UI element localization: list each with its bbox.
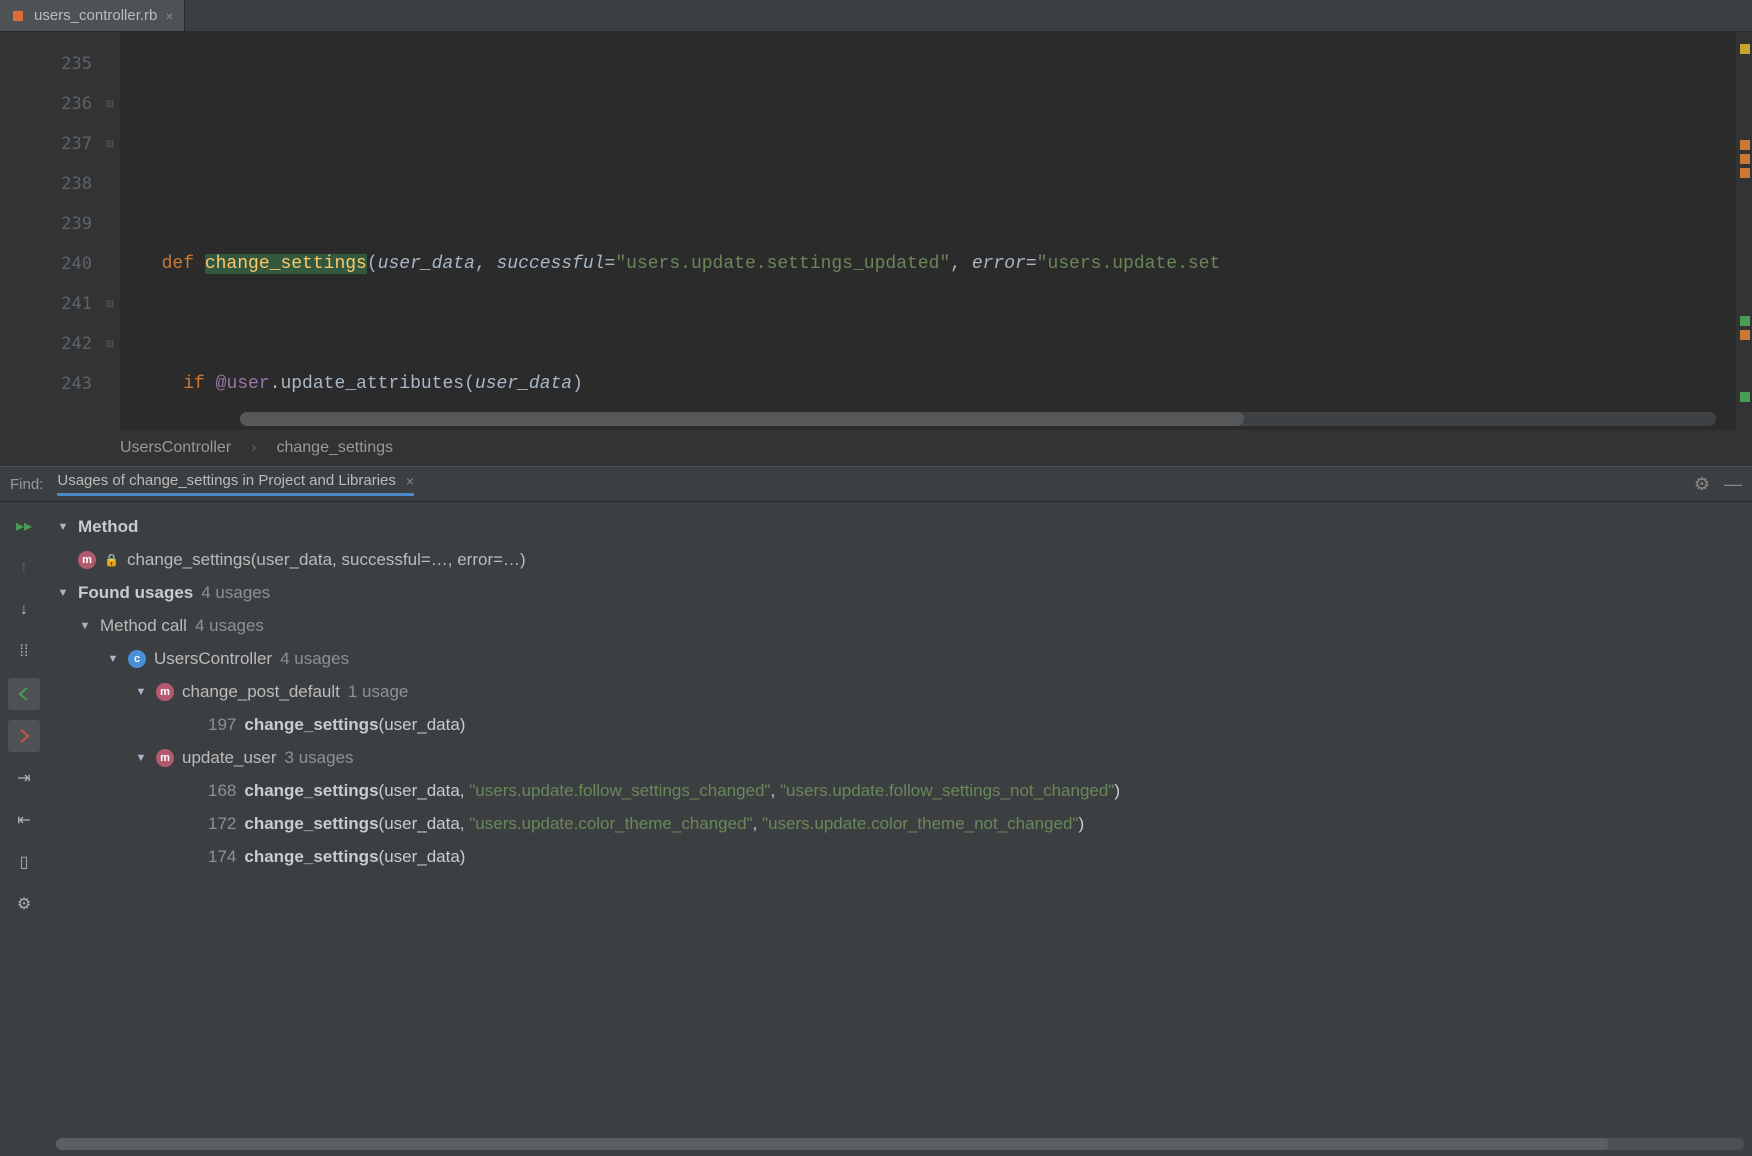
usage-count: 3 usages [285,748,354,768]
ruby-file-icon [10,8,26,24]
code-area[interactable]: def change_settings(user_data, successfu… [120,32,1736,430]
line-number-gutter: 235 236 237 238 239 240 241 242 243 [0,32,100,430]
line-number: 239 [0,204,92,244]
method-name: change_post_default [182,682,340,702]
warning-marker-icon[interactable] [1740,44,1750,54]
tree-node[interactable]: ▼ Method call 4 usages [48,609,1752,642]
line-number: 238 [0,164,92,204]
minimize-icon[interactable]: — [1724,474,1742,495]
find-tab[interactable]: Usages of change_settings in Project and… [57,472,414,496]
line-number: 240 [0,244,92,284]
fold-marker-icon[interactable]: ⊟ [100,124,120,164]
usage-row[interactable]: 172 change_settings(user_data, "users.up… [48,807,1752,840]
chevron-down-icon[interactable]: ▼ [56,521,70,533]
editor-tab[interactable]: users_controller.rb × [0,0,185,31]
line-number: 243 [0,364,92,404]
fold-marker-icon[interactable]: ⊟ [100,284,120,324]
horizontal-scrollbar[interactable] [240,412,1716,426]
method-name: update_user [182,748,277,768]
line-number: 241 [0,284,92,324]
results-toolbar: ▸▸ ↑ ↓ ⁞⁞ ⇥ ⇤ ▯ ⚙ [0,502,48,1156]
scrollbar-thumb[interactable] [240,412,1244,426]
tree-node[interactable]: ▼ c UsersController 4 usages [48,642,1752,675]
code-line: if @user.update_attributes(user_data) [140,364,1736,404]
fold-gutter: ⊟ ⊟ ⊟ ⊟ [100,32,120,430]
usages-tree[interactable]: ▼ Method m 🔒 change_settings(user_data, … [48,502,1752,1156]
code-line: def change_settings(user_data, successfu… [140,244,1736,284]
error-marker-icon[interactable] [1740,154,1750,164]
tree-node[interactable]: ▼ m change_post_default 1 usage [48,675,1752,708]
close-icon[interactable]: × [406,473,414,489]
tree-node[interactable]: ▼ Found usages 4 usages [48,576,1752,609]
usage-count: 1 usage [348,682,409,702]
prev-button[interactable]: ↑ [8,552,40,584]
chevron-down-icon[interactable]: ▼ [134,752,148,764]
usage-count: 4 usages [201,583,270,603]
scrollbar-thumb[interactable] [56,1138,1609,1150]
expand-all-button[interactable]: ⇥ [8,762,40,794]
ok-marker-icon[interactable] [1740,392,1750,402]
preview-button[interactable]: ▯ [8,846,40,878]
line-number: 235 [0,44,92,84]
group-button[interactable]: ⁞⁞ [8,636,40,668]
find-panel: Find: Usages of change_settings in Proje… [0,466,1752,502]
class-badge-icon: c [128,650,146,668]
usage-count: 4 usages [280,649,349,669]
next-occurrence-button[interactable] [8,720,40,752]
code-line [140,124,1736,164]
breadcrumb: UsersController › change_settings [0,430,1752,466]
class-name: UsersController [154,649,272,669]
usage-row[interactable]: 174 change_settings(user_data) [48,840,1752,873]
error-marker-icon[interactable] [1740,168,1750,178]
tab-filename: users_controller.rb [34,7,157,24]
tree-node[interactable]: ▼ m update_user 3 usages [48,741,1752,774]
method-signature: change_settings(user_data, successful=…,… [127,550,526,570]
line-number: 197 [208,715,236,735]
ok-marker-icon[interactable] [1740,316,1750,326]
find-tab-title: Usages of change_settings in Project and… [57,472,396,489]
fold-marker-icon[interactable]: ⊟ [100,324,120,364]
lock-icon: 🔒 [104,553,119,567]
marker-bar[interactable] [1736,32,1752,430]
gear-icon[interactable]: ⚙ [1694,474,1710,495]
horizontal-scrollbar[interactable] [56,1138,1744,1150]
breadcrumb-item[interactable]: UsersController [120,439,231,457]
method-badge-icon: m [156,749,174,767]
line-number: 168 [208,781,236,801]
line-number: 172 [208,814,236,834]
usage-row[interactable]: 168 change_settings(user_data, "users.up… [48,774,1752,807]
prev-occurrence-button[interactable] [8,678,40,710]
method-badge-icon: m [78,551,96,569]
find-label: Find: [10,476,43,493]
fold-marker-icon[interactable]: ⊟ [100,84,120,124]
tree-node[interactable]: m 🔒 change_settings(user_data, successfu… [48,543,1752,576]
tree-node[interactable]: ▼ Method [48,510,1752,543]
method-badge-icon: m [156,683,174,701]
tab-bar: users_controller.rb × [0,0,1752,32]
chevron-down-icon[interactable]: ▼ [56,587,70,599]
section-header: Method [78,517,138,537]
category-label: Method call [100,616,187,636]
usage-row[interactable]: 197 change_settings(user_data) [48,708,1752,741]
rerun-button[interactable]: ▸▸ [8,510,40,542]
line-number: 242 [0,324,92,364]
find-results: ▸▸ ↑ ↓ ⁞⁞ ⇥ ⇤ ▯ ⚙ ▼ Method m 🔒 change_se… [0,502,1752,1156]
usage-count: 4 usages [195,616,264,636]
settings-button[interactable]: ⚙ [8,888,40,920]
chevron-right-icon: › [251,439,256,457]
chevron-down-icon[interactable]: ▼ [106,653,120,665]
chevron-down-icon[interactable]: ▼ [78,620,92,632]
line-number: 237 [0,124,92,164]
section-header: Found usages [78,583,193,603]
code-editor[interactable]: 235 236 237 238 239 240 241 242 243 ⊟ ⊟ … [0,32,1752,430]
collapse-all-button[interactable]: ⇤ [8,804,40,836]
line-number: 236 [0,84,92,124]
next-button[interactable]: ↓ [8,594,40,626]
close-icon[interactable]: × [165,8,173,24]
error-marker-icon[interactable] [1740,140,1750,150]
chevron-down-icon[interactable]: ▼ [134,686,148,698]
error-marker-icon[interactable] [1740,330,1750,340]
line-number: 174 [208,847,236,867]
breadcrumb-item[interactable]: change_settings [276,439,393,457]
